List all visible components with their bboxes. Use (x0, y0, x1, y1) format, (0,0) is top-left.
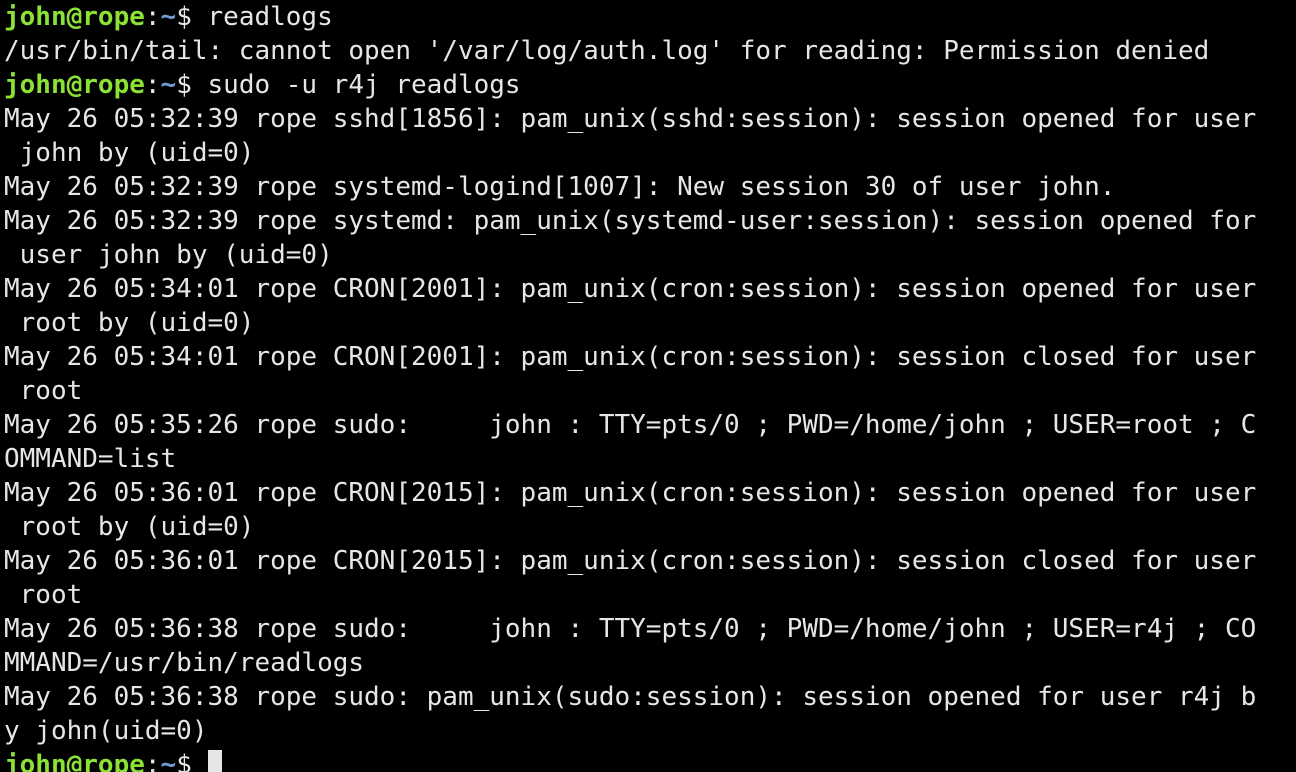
prompt-symbol: $ (176, 750, 208, 772)
log-output-line: root (4, 376, 83, 406)
log-output-line: May 26 05:36:01 rope CRON[2015]: pam_uni… (4, 478, 1257, 508)
log-output-line: OMMAND=list (4, 444, 177, 474)
log-output-line: root (4, 580, 83, 610)
prompt-line-active[interactable]: john@rope:~$ (4, 748, 1296, 772)
prompt-user-host: john@rope (4, 2, 145, 32)
text-cursor[interactable] (207, 750, 222, 772)
log-output-line: May 26 05:32:39 rope systemd: pam_unix(s… (4, 206, 1257, 236)
log-output-line: root by (uid=0) (4, 512, 255, 542)
prompt-colon: : (144, 2, 161, 32)
log-output-line: May 26 05:36:01 rope CRON[2015]: pam_uni… (4, 546, 1257, 576)
terminal-window[interactable]: john@rope:~$ readlogs /usr/bin/tail: can… (0, 0, 1296, 772)
prompt-line-1: john@rope:~$ readlogs (4, 0, 1296, 34)
log-output-line: May 26 05:35:26 rope sudo: john : TTY=pt… (4, 410, 1257, 440)
log-output-line: May 26 05:36:38 rope sudo: pam_unix(sudo… (4, 682, 1257, 712)
prompt-path: ~ (160, 750, 177, 772)
prompt-user-host: john@rope (4, 70, 145, 100)
prompt-colon: : (144, 750, 161, 772)
error-output-line: /usr/bin/tail: cannot open '/var/log/aut… (4, 36, 1210, 66)
log-output-line: john by (uid=0) (4, 138, 255, 168)
prompt-colon: : (144, 70, 161, 100)
log-output-line: May 26 05:34:01 rope CRON[2001]: pam_uni… (4, 274, 1257, 304)
prompt-symbol: $ (176, 2, 208, 32)
log-output-line: May 26 05:32:39 rope sshd[1856]: pam_uni… (4, 104, 1257, 134)
log-output-line: May 26 05:36:38 rope sudo: john : TTY=pt… (4, 614, 1257, 644)
prompt-line-2: john@rope:~$ sudo -u r4j readlogs (4, 68, 1296, 102)
log-output-line: MMAND=/usr/bin/readlogs (4, 648, 365, 678)
log-output-line: user john by (uid=0) (4, 240, 333, 270)
prompt-path: ~ (160, 70, 177, 100)
prompt-path: ~ (160, 2, 177, 32)
log-output-line: root by (uid=0) (4, 308, 255, 338)
log-output-line: May 26 05:32:39 rope systemd-logind[1007… (4, 172, 1116, 202)
prompt-symbol: $ (176, 70, 208, 100)
command-text: readlogs (207, 2, 333, 32)
log-output-line: May 26 05:34:01 rope CRON[2001]: pam_uni… (4, 342, 1257, 372)
command-text: sudo -u r4j readlogs (207, 70, 521, 100)
log-output-line: y john(uid=0) (4, 716, 208, 746)
prompt-user-host: john@rope (4, 750, 145, 772)
